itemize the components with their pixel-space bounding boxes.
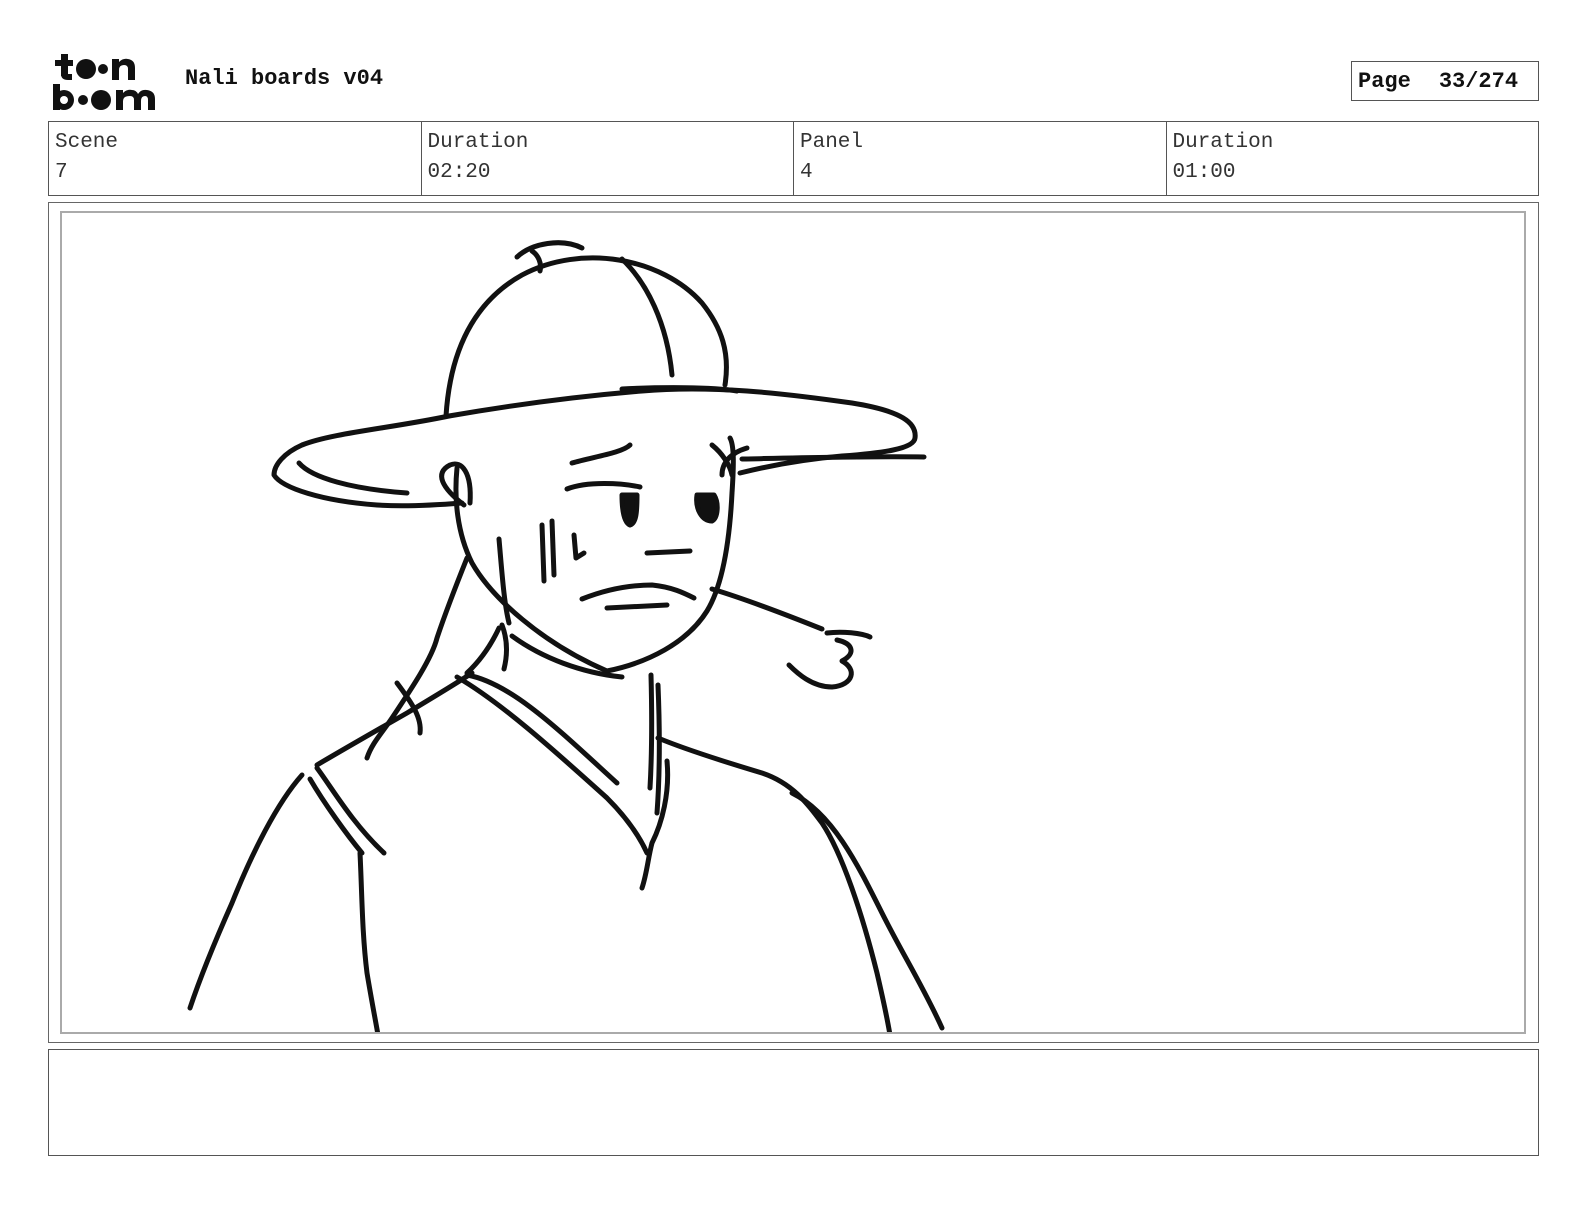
document-title: Nali boards v04 bbox=[185, 66, 384, 91]
panel-notes-box bbox=[48, 1049, 1539, 1156]
scene-cell: Scene 7 bbox=[49, 122, 422, 195]
storyboard-panel bbox=[60, 211, 1526, 1034]
scene-value: 7 bbox=[55, 161, 68, 184]
panel-cell: Panel 4 bbox=[794, 122, 1167, 195]
panel-value: 4 bbox=[800, 161, 813, 184]
panel-duration-value: 01:00 bbox=[1172, 161, 1236, 184]
panel-duration-label: Duration bbox=[1172, 131, 1274, 154]
toon-boom-logo-icon bbox=[53, 54, 155, 110]
character-sketch bbox=[187, 240, 945, 1032]
scene-duration-cell: Duration 02:20 bbox=[422, 122, 794, 195]
scene-duration-value: 02:20 bbox=[427, 161, 491, 184]
storyboard-panel-frame bbox=[48, 202, 1539, 1043]
panel-duration-cell: Duration 01:00 bbox=[1167, 122, 1539, 195]
scene-label: Scene bbox=[55, 131, 119, 154]
scene-info-table: Scene 7 Duration 02:20 Panel 4 Duration … bbox=[48, 121, 1539, 196]
page-indicator: Page 33/274 bbox=[1351, 61, 1539, 101]
scene-duration-label: Duration bbox=[427, 131, 529, 154]
page-number: 33/274 bbox=[1438, 68, 1519, 94]
toon-boom-logo bbox=[50, 50, 166, 114]
page-label: Page bbox=[1358, 68, 1411, 94]
panel-label: Panel bbox=[800, 131, 864, 154]
